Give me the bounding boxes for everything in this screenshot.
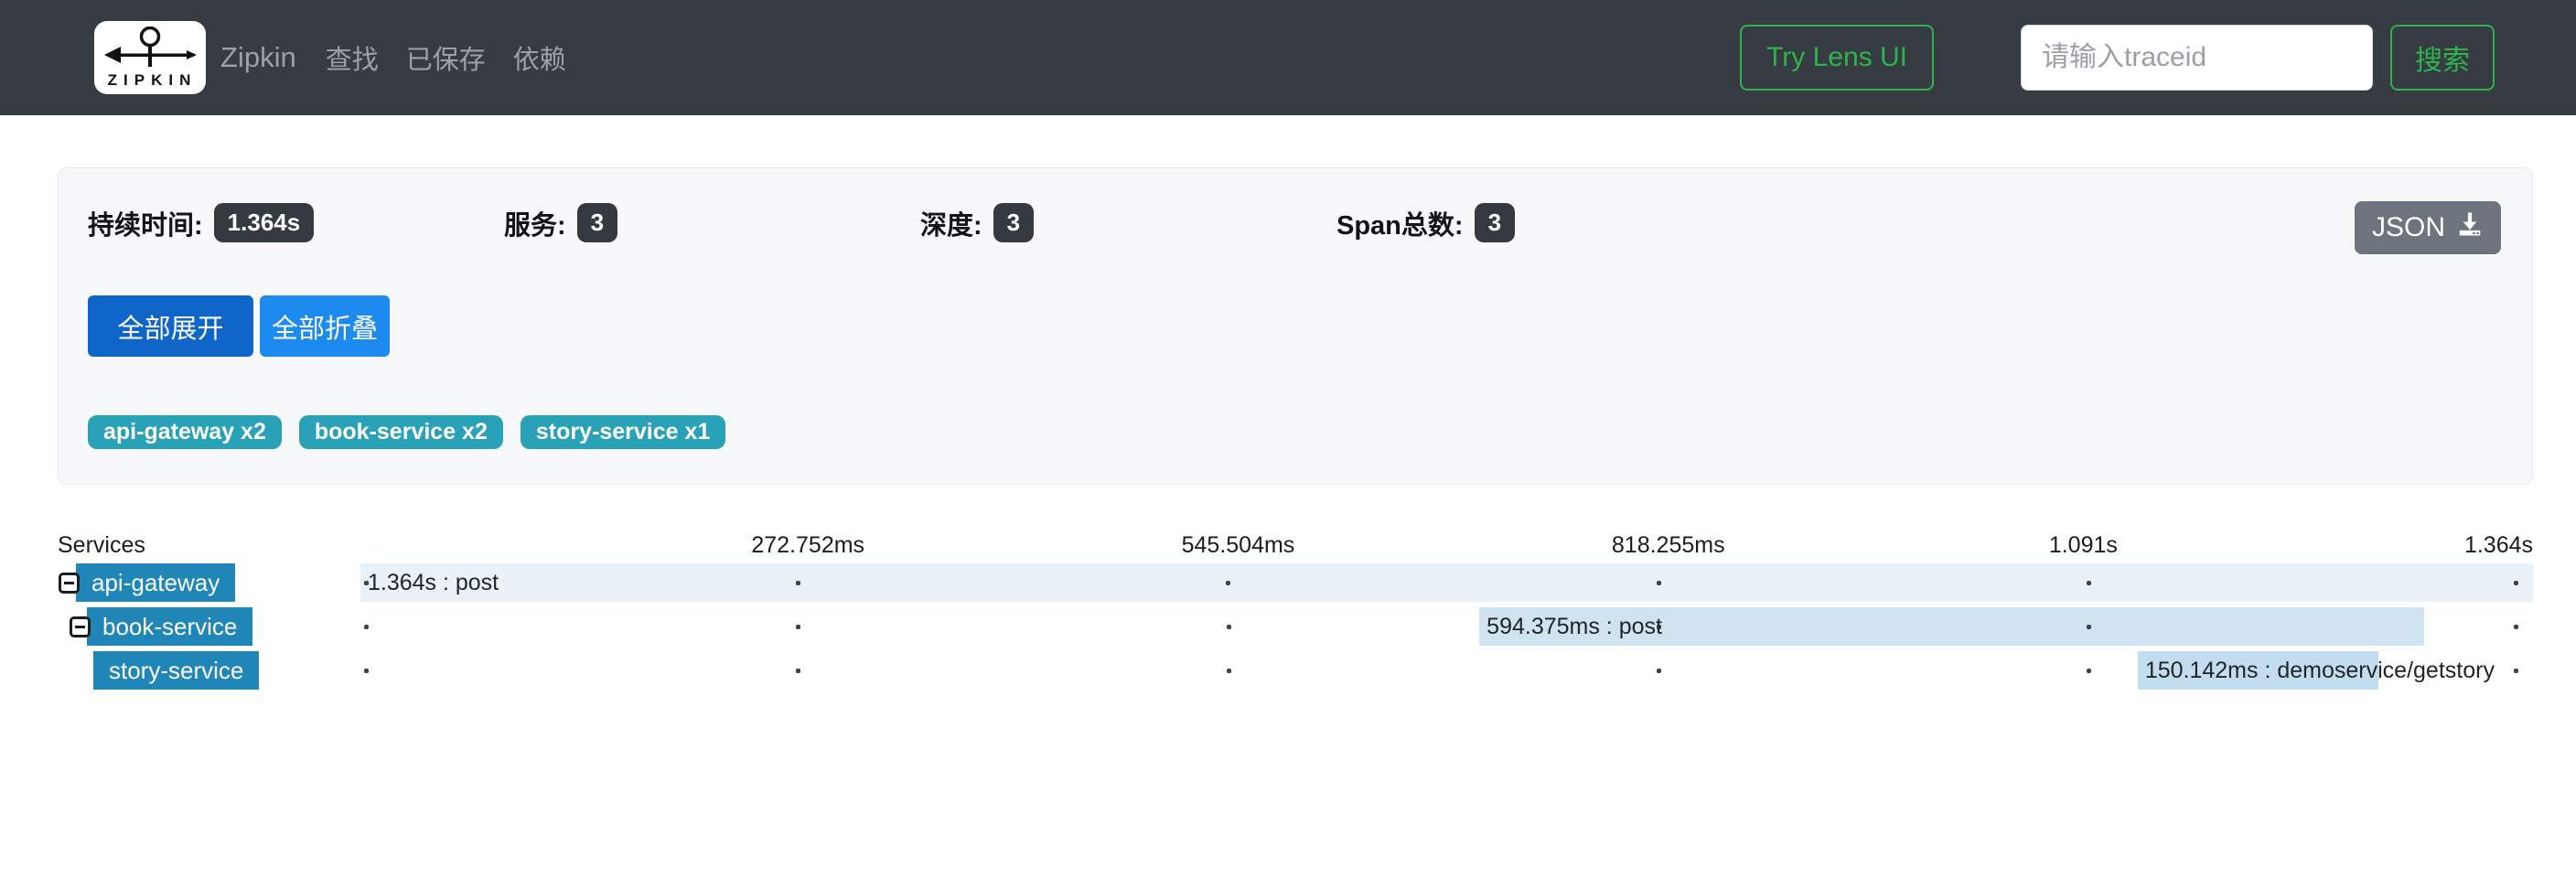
collapse-icon[interactable] xyxy=(59,573,80,594)
tick-dot xyxy=(1227,669,1231,673)
stat-depth-value: 3 xyxy=(993,203,1034,242)
tick-label: 1.091s xyxy=(2049,532,2118,559)
tick-label: 1.364s xyxy=(2464,532,2533,559)
service-cell: story-service xyxy=(58,651,360,690)
span-bar[interactable] xyxy=(360,563,2533,602)
service-label[interactable]: api-gateway xyxy=(76,563,235,602)
tick-dot xyxy=(1227,625,1231,629)
main-content: 持续时间: 1.364s 服务: 3 深度: 3 Span总数: 3 JSON xyxy=(0,167,2576,690)
navbar: ZIPKIN Zipkin 查找 已保存 依赖 Try Lens UI 搜索 xyxy=(0,0,2576,115)
tick-dot xyxy=(2514,669,2518,673)
tick-dot xyxy=(796,581,800,585)
download-icon xyxy=(2456,210,2484,245)
zipkin-logo[interactable]: ZIPKIN xyxy=(94,21,206,94)
collapse-icon[interactable] xyxy=(70,616,91,637)
trace-summary-panel: 持续时间: 1.364s 服务: 3 深度: 3 Span总数: 3 JSON xyxy=(58,167,2533,485)
service-cell: api-gateway xyxy=(58,563,360,602)
services-column-header: Services xyxy=(58,532,360,563)
row-timeline[interactable]: 150.142ms : demoservice/getstory xyxy=(360,651,2533,690)
timeline-header: Services 272.752ms 545.504ms 818.255ms 1… xyxy=(58,532,2533,563)
stat-duration: 持续时间: 1.364s xyxy=(88,203,504,242)
expand-collapse-row: 全部展开 全部折叠 xyxy=(88,295,2501,357)
json-download-button[interactable]: JSON xyxy=(2355,201,2501,254)
tick-dot xyxy=(796,669,800,673)
service-cell: book-service xyxy=(58,607,360,646)
tick-label: 545.504ms xyxy=(1182,532,1295,559)
nav-menu: 查找 已保存 依赖 xyxy=(326,38,594,77)
search-button[interactable]: 搜索 xyxy=(2390,25,2495,91)
tick-dot xyxy=(2087,669,2091,673)
stat-depth-label: 深度: xyxy=(920,204,982,242)
tick-dot xyxy=(2087,625,2091,629)
row-timeline[interactable]: 1.364s : post xyxy=(360,563,2533,602)
nav-item-dependencies[interactable]: 依赖 xyxy=(513,38,566,77)
stat-duration-label: 持续时间: xyxy=(88,204,203,242)
tick-dot xyxy=(364,669,369,673)
service-label[interactable]: story-service xyxy=(93,651,259,690)
trace-timeline: Services 272.752ms 545.504ms 818.255ms 1… xyxy=(58,532,2533,690)
stat-services: 服务: 3 xyxy=(504,203,920,242)
try-lens-ui-button[interactable]: Try Lens UI xyxy=(1740,25,1934,91)
trace-row: api-gateway 1.364s : post xyxy=(58,563,2533,602)
tick-label: 272.752ms xyxy=(751,532,864,559)
brand-title: Zipkin xyxy=(220,41,296,74)
stat-total-spans: Span总数: 3 xyxy=(1336,203,1753,242)
service-label[interactable]: book-service xyxy=(87,607,252,646)
tick-dot xyxy=(2087,581,2091,585)
span-label: 594.375ms : post xyxy=(1487,607,1662,646)
stat-total-spans-value: 3 xyxy=(1475,203,1515,242)
stat-services-value: 3 xyxy=(577,203,617,242)
navbar-right: Try Lens UI 搜索 xyxy=(1740,25,2495,91)
stat-depth: 深度: 3 xyxy=(920,203,1336,242)
stat-services-label: 服务: xyxy=(504,204,566,242)
traceid-search-input[interactable] xyxy=(2021,25,2373,91)
span-label: 1.364s : post xyxy=(368,563,499,602)
nav-item-saved[interactable]: 已保存 xyxy=(406,38,486,77)
stats-row: 持续时间: 1.364s 服务: 3 深度: 3 Span总数: 3 xyxy=(88,203,2501,242)
tick-label: 818.255ms xyxy=(1612,532,1725,559)
trace-row: book-service 594.375ms : post xyxy=(58,607,2533,646)
zipkin-anchor-icon xyxy=(102,27,198,70)
nav-item-find[interactable]: 查找 xyxy=(326,38,379,77)
expand-all-button[interactable]: 全部展开 xyxy=(88,295,253,357)
service-badge-book-service[interactable]: book-service x2 xyxy=(299,415,503,449)
tick-dot xyxy=(796,625,800,629)
stat-total-spans-label: Span总数: xyxy=(1336,204,1464,242)
tick-dot xyxy=(2514,625,2518,629)
tick-dot xyxy=(364,625,369,629)
tick-dot xyxy=(1657,581,1661,585)
logo-word: ZIPKIN xyxy=(103,71,198,90)
row-timeline[interactable]: 594.375ms : post xyxy=(360,607,2533,646)
collapse-all-button[interactable]: 全部折叠 xyxy=(260,295,390,357)
json-button-label: JSON xyxy=(2372,212,2445,243)
time-ruler: 272.752ms 545.504ms 818.255ms 1.091s 1.3… xyxy=(360,532,2533,563)
service-badge-story-service[interactable]: story-service x1 xyxy=(521,415,725,449)
trace-row: story-service 150.142ms : demoservice/ge… xyxy=(58,651,2533,690)
tick-dot xyxy=(1657,669,1661,673)
stat-duration-value: 1.364s xyxy=(214,203,315,242)
service-badge-api-gateway[interactable]: api-gateway x2 xyxy=(88,415,282,449)
service-badge-row: api-gateway x2 book-service x2 story-ser… xyxy=(88,415,2501,449)
span-label: 150.142ms : demoservice/getstory xyxy=(2145,651,2495,690)
